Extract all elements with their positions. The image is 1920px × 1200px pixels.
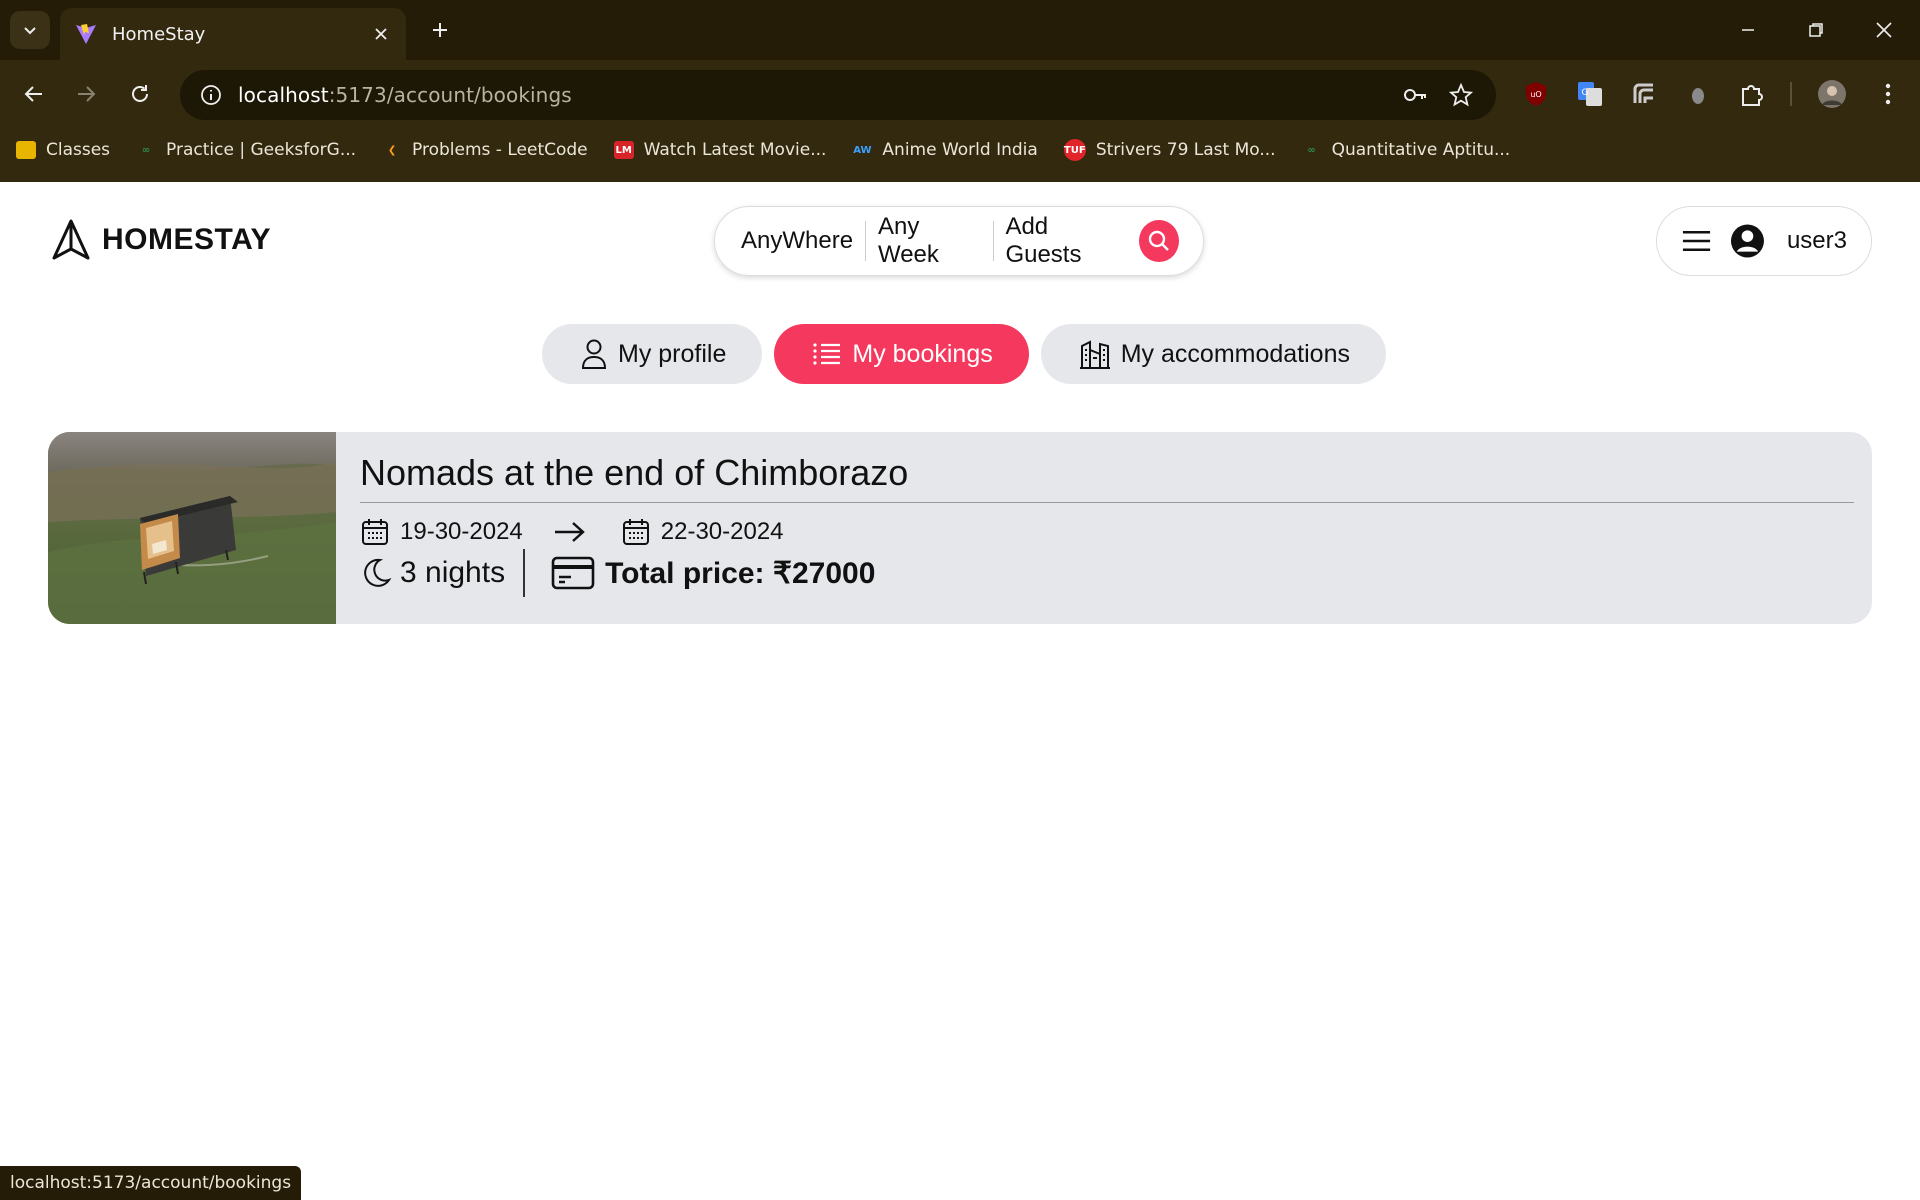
minimize-button[interactable] bbox=[1726, 10, 1770, 50]
close-window-button[interactable] bbox=[1862, 10, 1906, 50]
search-bar[interactable]: AnyWhere Any Week Add Guests bbox=[714, 206, 1204, 276]
extension-icon-drop[interactable] bbox=[1682, 78, 1714, 110]
close-icon bbox=[1876, 22, 1892, 38]
svg-text:uO: uO bbox=[1530, 90, 1541, 99]
new-tab-button[interactable] bbox=[424, 14, 456, 46]
site-info-icon[interactable] bbox=[200, 84, 222, 106]
tab-strip: HomeStay bbox=[0, 0, 1920, 60]
tuf-icon: TUF bbox=[1063, 139, 1086, 161]
tab-my-bookings[interactable]: My bookings bbox=[774, 324, 1029, 384]
bookmark-item[interactable]: ∞ Quantitative Aptitu... bbox=[1302, 140, 1510, 160]
geeksforgeeks-icon: ∞ bbox=[141, 144, 151, 156]
logo[interactable]: HOMESTAY bbox=[50, 218, 271, 262]
back-button[interactable] bbox=[14, 74, 54, 114]
booking-details: Nomads at the end of Chimborazo 19-30-20… bbox=[336, 432, 1872, 624]
classroom-icon bbox=[16, 141, 36, 159]
calendar-icon bbox=[362, 519, 388, 545]
arrow-right-icon bbox=[553, 520, 587, 544]
back-arrow-icon bbox=[24, 86, 42, 102]
building-icon bbox=[1079, 340, 1110, 369]
leetcode-icon: ❮ bbox=[387, 144, 397, 156]
bookmark-item[interactable]: TUF Strivers 79 Last Mo... bbox=[1063, 139, 1276, 161]
plus-icon bbox=[433, 23, 447, 37]
booking-title[interactable]: Nomads at the end of Chimborazo bbox=[360, 452, 1854, 503]
profile-avatar-icon[interactable] bbox=[1816, 78, 1848, 110]
extension-icon-f[interactable] bbox=[1628, 78, 1660, 110]
brand-name: HOMESTAY bbox=[102, 223, 272, 256]
translate-extension-icon[interactable]: G bbox=[1574, 78, 1606, 110]
calendar-icon bbox=[622, 519, 649, 545]
reload-icon bbox=[132, 85, 148, 102]
search-where[interactable]: AnyWhere bbox=[739, 227, 865, 255]
vite-favicon-icon bbox=[76, 24, 96, 44]
restore-icon bbox=[1809, 23, 1823, 37]
browser-chrome: HomeStay localhost:5173/account/bookings bbox=[0, 0, 1920, 182]
movies-icon: LM bbox=[613, 141, 634, 159]
booking-dates: 19-30-2024 22-30-2024 bbox=[360, 517, 1854, 547]
check-in-date: 19-30-2024 bbox=[400, 518, 523, 545]
geeksforgeeks-icon: ∞ bbox=[1307, 144, 1316, 156]
hamburger-menu-icon[interactable] bbox=[1681, 229, 1712, 253]
check-out: 22-30-2024 bbox=[621, 517, 784, 547]
search-icon bbox=[1149, 230, 1170, 251]
extensions-puzzle-icon[interactable] bbox=[1736, 78, 1768, 110]
bookmarks-bar: Classes ∞ Practice | GeeksforG... ❮ Proble… bbox=[0, 132, 1920, 168]
booking-photo bbox=[48, 432, 336, 624]
credit-card-icon bbox=[551, 556, 595, 590]
check-out-date: 22-30-2024 bbox=[660, 518, 784, 545]
tab-my-profile[interactable]: My profile bbox=[542, 324, 763, 384]
bookmark-item[interactable]: LM Watch Latest Movie... bbox=[613, 140, 826, 160]
reload-button[interactable] bbox=[120, 74, 160, 114]
anime-icon: AW bbox=[853, 144, 872, 156]
bookmark-star-icon[interactable] bbox=[1446, 80, 1476, 110]
booking-meta: 3 nights Total price: ₹27000 bbox=[360, 549, 1854, 597]
total-price: Total price: ₹27000 bbox=[551, 555, 875, 591]
nights-count: 3 nights bbox=[360, 549, 526, 597]
ublock-extension-icon[interactable]: uO bbox=[1520, 78, 1552, 110]
forward-arrow-icon bbox=[78, 86, 96, 102]
tab-my-accommodations[interactable]: My accommodations bbox=[1040, 324, 1386, 384]
browser-menu-icon[interactable] bbox=[1872, 78, 1904, 110]
bookmark-item[interactable]: ∞ Practice | GeeksforG... bbox=[136, 140, 356, 160]
search-week[interactable]: Any Week bbox=[866, 213, 993, 269]
search-guests[interactable]: Add Guests bbox=[993, 213, 1135, 269]
tab-title: HomeStay bbox=[112, 23, 206, 45]
username: user3 bbox=[1786, 227, 1847, 254]
svg-text:G: G bbox=[1582, 88, 1589, 98]
bookmark-item[interactable]: AW Anime World India bbox=[852, 140, 1038, 160]
bookmark-item[interactable]: Classes bbox=[16, 140, 110, 160]
tab-search-button[interactable] bbox=[10, 11, 50, 49]
status-bar-url: localhost:5173/account/bookings bbox=[0, 1166, 302, 1200]
search-button[interactable] bbox=[1139, 220, 1179, 262]
address-bar[interactable]: localhost:5173/account/bookings bbox=[180, 70, 1496, 120]
check-in: 19-30-2024 bbox=[360, 517, 523, 547]
moon-icon bbox=[364, 558, 392, 587]
user-avatar-icon bbox=[1731, 224, 1764, 258]
booking-card[interactable]: Nomads at the end of Chimborazo 19-30-20… bbox=[48, 432, 1872, 624]
toolbar-separator bbox=[1790, 82, 1792, 106]
user-icon bbox=[581, 339, 607, 369]
forward-button[interactable] bbox=[66, 74, 106, 114]
url-text[interactable]: localhost:5173/account/bookings bbox=[238, 83, 1384, 107]
close-tab-icon[interactable] bbox=[370, 23, 392, 45]
list-icon bbox=[813, 343, 841, 365]
minimize-icon bbox=[1742, 29, 1754, 31]
page-content: HOMESTAY AnyWhere Any Week Add Guests us… bbox=[0, 182, 1920, 1200]
user-menu[interactable]: user3 bbox=[1656, 206, 1872, 276]
account-tabs: My profile My bookings My accommodations bbox=[542, 324, 1398, 384]
bookmark-item[interactable]: ❮ Problems - LeetCode bbox=[382, 140, 588, 160]
restore-button[interactable] bbox=[1794, 10, 1838, 50]
paper-plane-logo-icon bbox=[52, 219, 90, 260]
browser-tab[interactable]: HomeStay bbox=[60, 8, 406, 60]
password-key-icon[interactable] bbox=[1400, 80, 1430, 110]
chevron-down-icon bbox=[24, 27, 36, 35]
